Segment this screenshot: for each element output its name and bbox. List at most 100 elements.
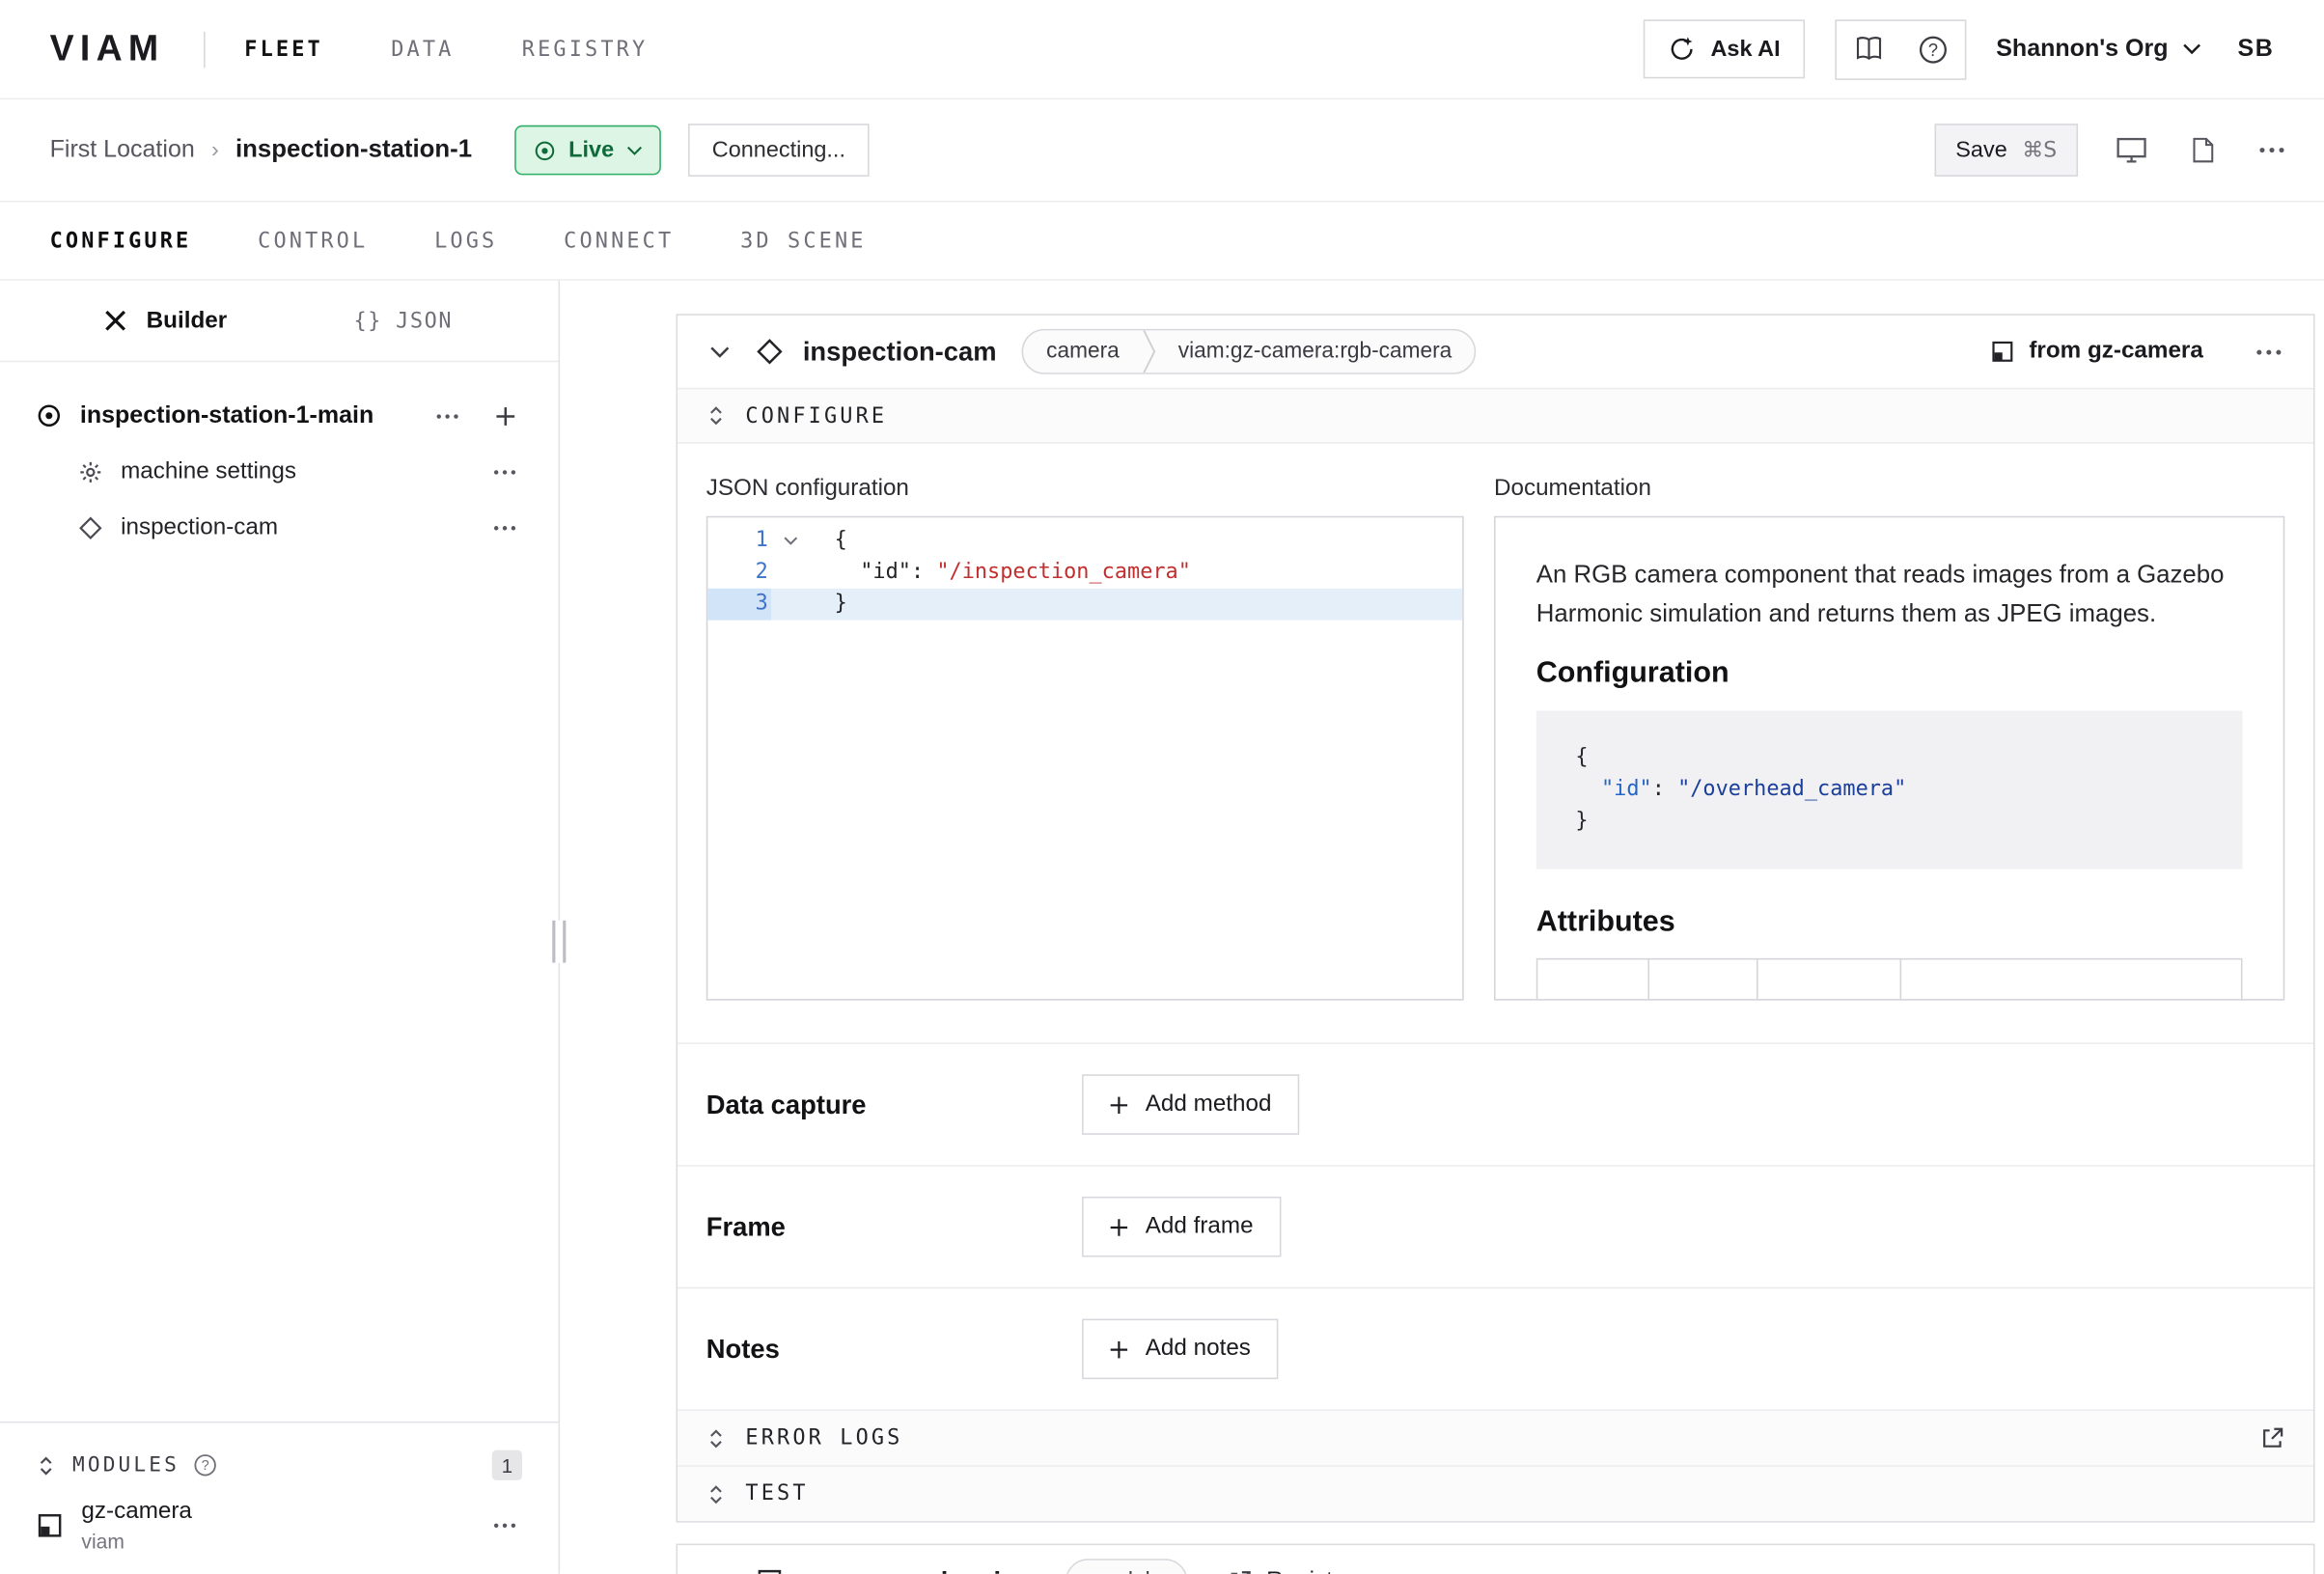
org-switcher[interactable]: Shannon's Org <box>1996 36 2201 63</box>
json-config-column: JSON configuration 1 { 2 <box>706 476 1464 1001</box>
error-logs-label: ERROR LOGS <box>745 1426 902 1450</box>
documentation-panel[interactable]: An RGB camera component that reads image… <box>1494 516 2284 1001</box>
add-frame-button[interactable]: Add frame <box>1082 1197 1281 1257</box>
modules-section: MODULES ? 1 gz-camera viam <box>0 1422 559 1574</box>
part-target-icon <box>37 402 63 428</box>
line-number: 2 <box>707 557 771 589</box>
book-icon <box>1853 35 1885 64</box>
chevron-down-icon <box>626 144 643 156</box>
machine-settings-label: machine settings <box>121 458 296 485</box>
add-notes-button[interactable]: Add notes <box>1082 1319 1278 1380</box>
json-config-editor[interactable]: 1 { 2 "id": "/inspection_camera" <box>706 516 1464 1001</box>
json-config-label: JSON configuration <box>706 476 1464 503</box>
tag-separator-chevron-icon <box>1142 330 1155 373</box>
machine-tabs: CONFIGURE CONTROL LOGS CONNECT 3D SCENE <box>0 203 2324 281</box>
editor-line-3-active: 3 } <box>707 589 1462 621</box>
module-overflow-menu[interactable] <box>487 1516 522 1534</box>
doc-configuration-heading: Configuration <box>1536 656 2243 691</box>
machine-settings-overflow-menu[interactable] <box>487 462 522 481</box>
chevron-down-icon <box>2182 42 2201 56</box>
tab-3d-scene[interactable]: 3D SCENE <box>740 229 866 253</box>
documentation-label: Documentation <box>1494 476 2284 503</box>
add-component-button[interactable] <box>489 400 522 432</box>
question-circle-icon: ? <box>1918 34 1948 64</box>
card-collapse-button[interactable] <box>704 1568 736 1573</box>
svg-text:?: ? <box>1927 39 1937 59</box>
tab-logs[interactable]: LOGS <box>434 229 497 253</box>
svg-text:?: ? <box>201 1458 208 1474</box>
user-avatar[interactable]: SB <box>2237 36 2274 63</box>
component-card-inspection-cam: inspection-cam camera viam:gz-camera:rgb… <box>676 314 2314 1522</box>
tab-connect[interactable]: CONNECT <box>564 229 674 253</box>
tab-control[interactable]: CONTROL <box>258 229 368 253</box>
plus-icon <box>1109 1094 1128 1114</box>
documentation-column: Documentation An RGB camera component th… <box>1494 476 2284 1001</box>
config-main-panel: inspection-cam camera viam:gz-camera:rgb… <box>560 281 2324 1574</box>
monitor-button[interactable] <box>2110 129 2153 170</box>
modules-help-icon[interactable]: ? <box>193 1453 217 1477</box>
editor-line-1: 1 { <box>707 525 1462 557</box>
tree-item-main-part[interactable]: inspection-station-1-main <box>0 388 559 444</box>
ask-ai-button[interactable]: Ask AI <box>1643 19 1805 78</box>
docs-book-button[interactable] <box>1836 20 1900 77</box>
sidebar-resize-handle[interactable] <box>552 921 566 963</box>
test-section-toggle[interactable]: TEST <box>678 1465 2313 1521</box>
json-mode-button[interactable]: {} JSON <box>354 309 454 333</box>
tab-configure[interactable]: CONFIGURE <box>50 229 192 253</box>
error-logs-section-toggle[interactable]: ERROR LOGS <box>678 1409 2313 1465</box>
topnav-right-cluster: Ask AI ? Shannon's Org <box>1643 19 2274 80</box>
from-module-label: from gz-camera <box>2029 338 2202 365</box>
code-text: "id": "/inspection_camera" <box>811 557 1191 589</box>
data-capture-section: Data capture Add method <box>678 1042 2313 1165</box>
modules-count-badge: 1 <box>492 1450 522 1480</box>
component-card-overflow-menu[interactable] <box>2250 342 2287 361</box>
save-shortcut: ⌘S <box>2022 138 2057 162</box>
nav-fleet[interactable]: FLEET <box>244 37 323 61</box>
frame-section: Frame Add frame <box>678 1165 2313 1287</box>
doc-code-example: { "id": "/overhead_camera" } <box>1536 710 2243 869</box>
component-overflow-menu[interactable] <box>487 518 522 537</box>
part-overflow-menu[interactable] <box>430 406 465 425</box>
breadcrumb-location[interactable]: First Location <box>50 137 195 164</box>
external-link-icon <box>2260 1426 2284 1450</box>
configure-section-toggle[interactable]: CONFIGURE <box>678 388 2313 444</box>
configure-section-label: CONFIGURE <box>745 403 887 428</box>
add-notes-label: Add notes <box>1146 1336 1251 1363</box>
connecting-button[interactable]: Connecting... <box>688 124 870 177</box>
content-area: Builder {} JSON inspection-station-1-mai… <box>0 281 2324 1574</box>
from-module-indicator: from gz-camera <box>1990 338 2203 365</box>
card-collapse-button[interactable] <box>704 339 736 365</box>
frame-label: Frame <box>706 1211 1082 1243</box>
nav-registry[interactable]: REGISTRY <box>522 37 648 61</box>
live-status-dropdown[interactable]: Live <box>514 125 661 176</box>
open-error-logs-button[interactable] <box>2260 1426 2284 1450</box>
fold-chevron-icon[interactable] <box>771 525 811 557</box>
doc-attributes-table <box>1536 958 2243 1001</box>
component-model-tag: viam:gz-camera:rgb-camera <box>1155 330 1474 373</box>
viam-logo[interactable]: VIAM <box>50 28 165 70</box>
module-icon <box>37 1512 64 1539</box>
component-type-tag: camera <box>1024 330 1143 373</box>
document-button[interactable] <box>2185 129 2222 170</box>
module-item-gz-camera[interactable]: gz-camera viam <box>0 1492 559 1553</box>
nav-data[interactable]: DATA <box>391 37 454 61</box>
builder-mode-button[interactable]: Builder <box>102 307 227 334</box>
data-capture-label: Data capture <box>706 1089 1082 1120</box>
machine-overflow-menu[interactable] <box>2253 140 2290 159</box>
diamond-component-icon <box>756 338 783 365</box>
diamond-component-icon <box>78 515 102 539</box>
gear-icon <box>78 459 102 483</box>
ask-ai-label: Ask AI <box>1710 37 1780 63</box>
tree-item-machine-settings[interactable]: machine settings <box>0 444 559 500</box>
tree-item-inspection-cam[interactable]: inspection-cam <box>0 500 559 556</box>
save-button[interactable]: Save ⌘S <box>1934 124 2078 177</box>
braces-icon: {} <box>354 309 382 333</box>
builder-label: Builder <box>147 307 228 334</box>
org-name: Shannon's Org <box>1996 36 2168 63</box>
modules-section-header[interactable]: MODULES ? 1 <box>0 1438 559 1492</box>
help-button[interactable]: ? <box>1901 20 1965 77</box>
live-label: Live <box>568 137 614 163</box>
top-navbar: VIAM FLEET DATA REGISTRY Ask AI <box>0 0 2324 99</box>
add-method-label: Add method <box>1146 1091 1272 1118</box>
add-method-button[interactable]: Add method <box>1082 1074 1299 1135</box>
